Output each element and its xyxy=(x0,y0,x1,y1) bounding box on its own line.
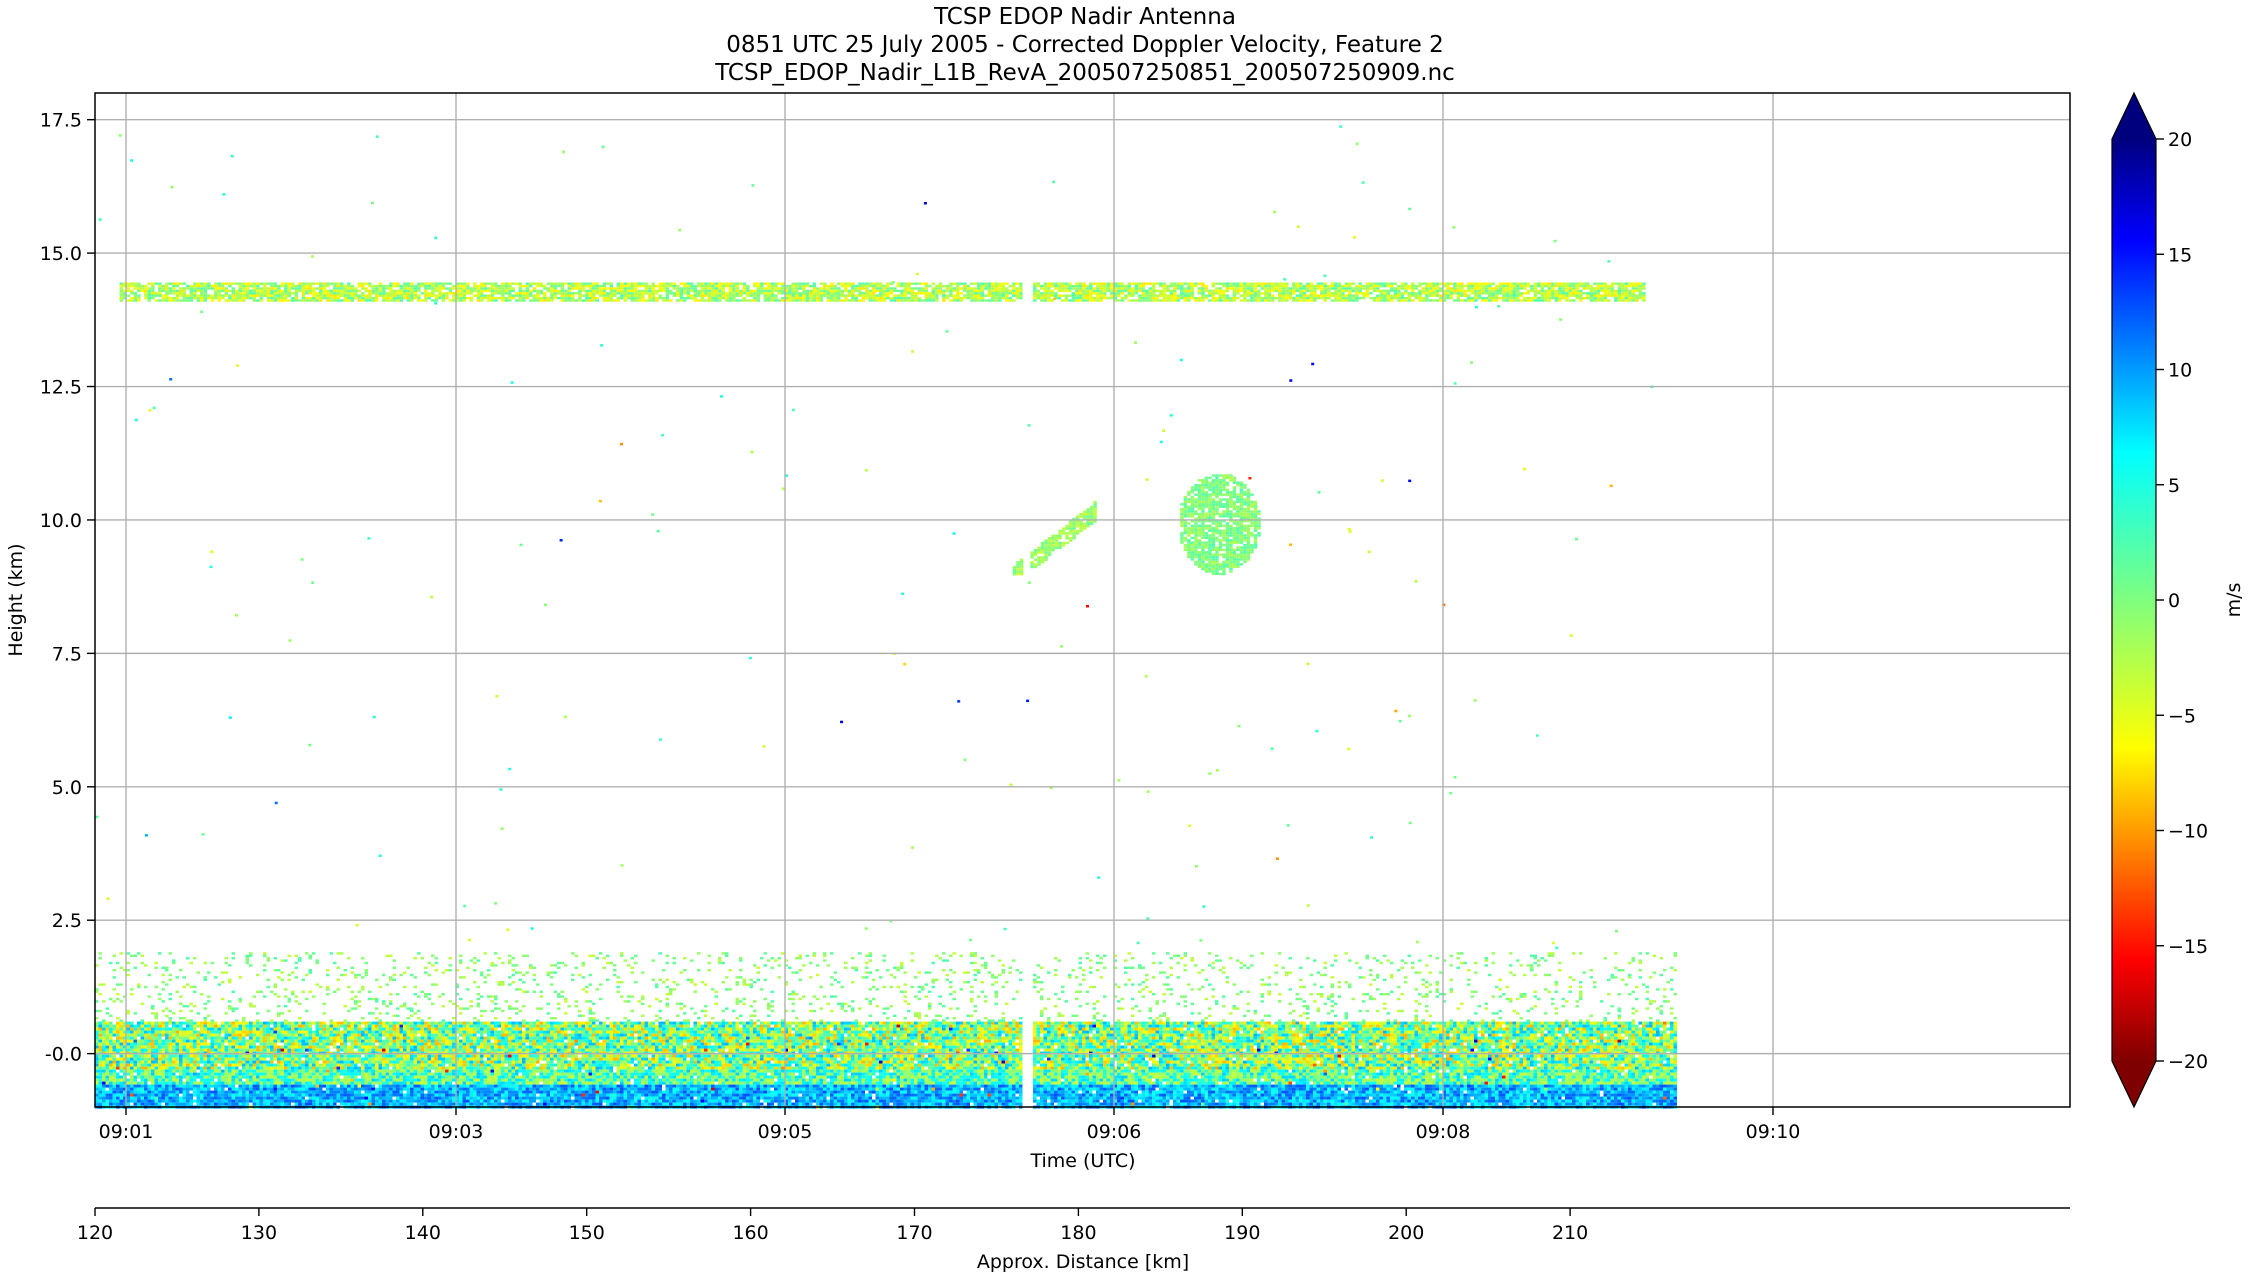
feature-mid-level-echo-1 xyxy=(1012,501,1097,576)
colorbar-tick-label: −20 xyxy=(2168,1051,2208,1073)
plot-area xyxy=(95,125,1677,1109)
y-axis-label: Height (km) xyxy=(5,543,27,656)
distance-tick-label: 120 xyxy=(77,1222,113,1244)
y-axis: -0.0 2.5 5.0 7.5 10.0 12.5 15.0 17.5 xyxy=(40,110,95,1066)
colorbar-extend-min xyxy=(2112,1061,2156,1107)
colorbar-tick-label: −15 xyxy=(2168,936,2208,958)
distance-tick-label: 210 xyxy=(1552,1222,1588,1244)
feature-low-cloud-layer-4 xyxy=(95,952,1677,1022)
x-tick-label: 09:05 xyxy=(758,1121,813,1143)
colorbar-tick-label: 20 xyxy=(2168,129,2192,151)
y-tick-label: -0.0 xyxy=(45,1044,82,1066)
y-tick-label: 2.5 xyxy=(52,910,82,932)
y-tick-label: 12.5 xyxy=(40,377,82,399)
distance-tick-label: 190 xyxy=(1224,1222,1260,1244)
colorbar-tick-label: −5 xyxy=(2168,705,2196,727)
feature-anvil-cirrus-layer-0 xyxy=(119,282,1646,302)
x-tick-label: 09:01 xyxy=(99,1121,154,1143)
distance-axis-label: Approx. Distance [km] xyxy=(977,1251,1189,1273)
distance-tick-label: 140 xyxy=(405,1222,441,1244)
colorbar-tick-label: 10 xyxy=(2168,360,2192,382)
distance-tick-label: 160 xyxy=(732,1222,768,1244)
x-tick-label: 09:06 xyxy=(1087,1121,1142,1143)
x-axis-label: Time (UTC) xyxy=(1029,1150,1135,1172)
colorbar-tick-label: 0 xyxy=(2168,590,2180,612)
x-tick-label: 09:10 xyxy=(1746,1121,1801,1143)
colorbar-tick-label: 15 xyxy=(2168,244,2192,266)
scattered-echoes xyxy=(95,125,1654,950)
distance-axis: 120 130 140 150 160 170 180 190 200 210 xyxy=(77,1208,1588,1244)
y-tick-label: 10.0 xyxy=(40,510,82,532)
colorbar-extend-max xyxy=(2112,93,2156,139)
distance-tick-label: 170 xyxy=(896,1222,932,1244)
y-tick-label: 7.5 xyxy=(52,643,82,665)
x-tick-label: 09:03 xyxy=(429,1121,484,1143)
doppler-velocity-chart: -0.0 2.5 5.0 7.5 10.0 12.5 15.0 17.5 09:01 09:03… xyxy=(5,91,2245,1273)
colorbar: 20 15 10 5 0 −5 −10 −15 −20 xyxy=(2111,91,2208,1109)
distance-tick-label: 150 xyxy=(569,1222,605,1244)
colorbar-tick-label: 5 xyxy=(2168,475,2180,497)
y-tick-label: 17.5 xyxy=(40,110,82,132)
colorbar-label: m/s xyxy=(2223,583,2245,618)
distance-tick-label: 130 xyxy=(241,1222,277,1244)
x-tick-label: 09:08 xyxy=(1416,1121,1471,1143)
y-tick-label: 5.0 xyxy=(52,777,82,799)
feature-boundary-layer-echo-3 xyxy=(95,1021,1677,1109)
feature-mid-level-echo-2 xyxy=(1180,474,1261,576)
distance-tick-label: 200 xyxy=(1388,1222,1424,1244)
distance-tick-label: 180 xyxy=(1060,1222,1096,1244)
colorbar-gradient xyxy=(2112,139,2156,1061)
x-axis: 09:01 09:03 09:05 09:06 09:08 09:10 xyxy=(99,1107,1801,1143)
colorbar-tick-label: −10 xyxy=(2168,821,2208,843)
y-tick-label: 15.0 xyxy=(40,243,82,265)
